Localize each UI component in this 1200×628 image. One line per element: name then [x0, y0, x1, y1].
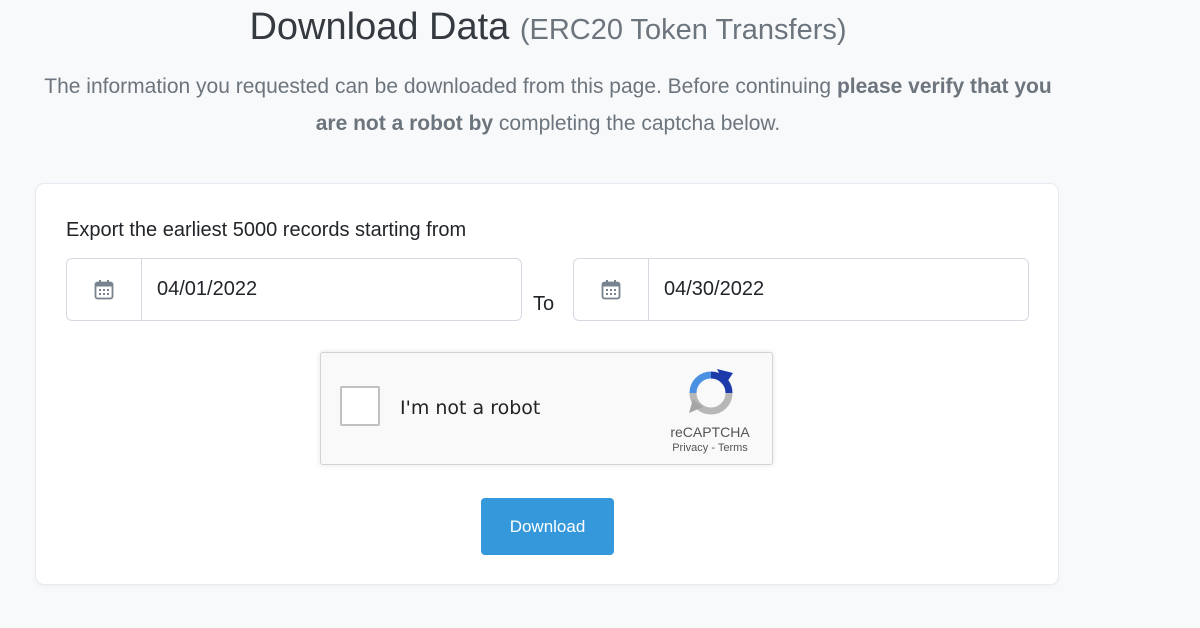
page-subtitle: (ERC20 Token Transfers) [519, 14, 847, 46]
page-title-main: Download Data [249, 6, 510, 48]
start-date-group [66, 258, 522, 321]
intro-text-before: The information you requested can be dow… [44, 75, 837, 98]
recaptcha-label: I'm not a robot [400, 397, 541, 419]
download-card: Export the earliest 5000 records startin… [35, 183, 1059, 585]
page-title: Download Data (ERC20 Token Transfers) [0, 6, 1096, 49]
export-label: Export the earliest 5000 records startin… [66, 219, 467, 241]
intro-text: The information you requested can be dow… [30, 68, 1066, 142]
recaptcha-widget: I'm not a robot reCAPTCHA Privacy - Term… [320, 352, 773, 465]
recaptcha-separator: - [711, 442, 715, 454]
end-date-calendar-button[interactable] [574, 259, 649, 320]
recaptcha-checkbox[interactable] [340, 386, 380, 426]
download-button[interactable]: Download [481, 498, 614, 555]
to-label: To [533, 293, 555, 315]
intro-text-after: completing the captcha below. [493, 112, 781, 135]
recaptcha-privacy-link[interactable]: Privacy [672, 442, 708, 454]
recaptcha-brand: reCAPTCHA [670, 424, 750, 440]
start-date-calendar-button[interactable] [67, 259, 142, 320]
calendar-icon [94, 279, 114, 299]
end-date-input[interactable] [649, 259, 1028, 320]
calendar-icon [601, 279, 621, 299]
recaptcha-terms-link[interactable]: Terms [718, 442, 748, 454]
recaptcha-links: Privacy - Terms [655, 442, 765, 454]
recaptcha-logo-icon [689, 369, 733, 415]
start-date-input[interactable] [142, 259, 521, 320]
end-date-group [573, 258, 1029, 321]
